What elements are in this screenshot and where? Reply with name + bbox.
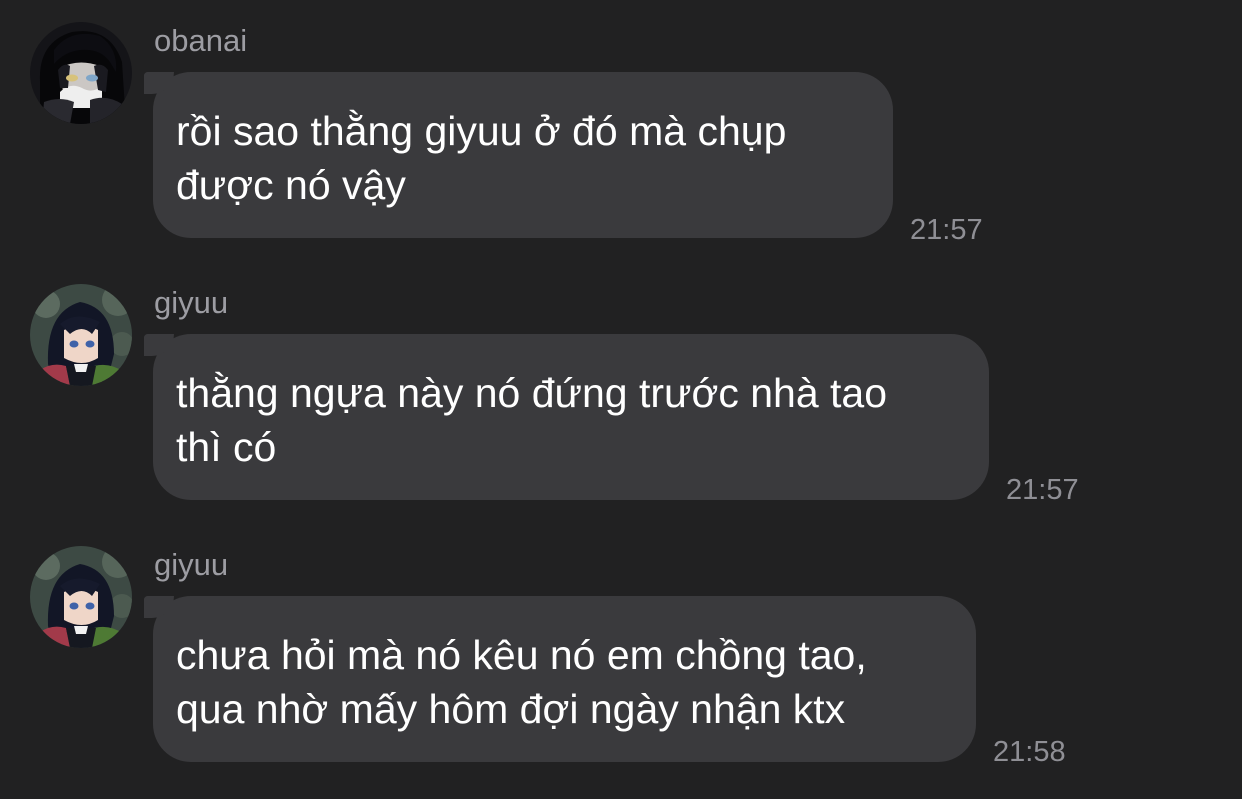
message-text: chưa hỏi mà nó kêu nó em chồng tao, qua …: [176, 632, 867, 732]
message-text: rồi sao thằng giyuu ở đó mà chụp được nó…: [176, 108, 787, 208]
message-time: 21:57: [1006, 474, 1079, 506]
message-time: 21:57: [910, 214, 983, 246]
message-bubble[interactable]: rồi sao thằng giyuu ở đó mà chụp được nó…: [144, 72, 893, 238]
obanai-avatar[interactable]: [30, 22, 132, 124]
message-bubble[interactable]: thằng ngựa này nó đứng trước nhà tao thì…: [144, 334, 989, 500]
giyuu-avatar[interactable]: [30, 546, 132, 648]
giyuu-avatar[interactable]: [30, 284, 132, 386]
message-bubble[interactable]: chưa hỏi mà nó kêu nó em chồng tao, qua …: [144, 596, 976, 762]
message-time: 21:58: [993, 736, 1066, 768]
sender-name: obanai: [154, 23, 248, 58]
message-text: thằng ngựa này nó đứng trước nhà tao thì…: [176, 370, 888, 470]
sender-name: giyuu: [154, 547, 229, 582]
sender-name: giyuu: [154, 285, 229, 320]
